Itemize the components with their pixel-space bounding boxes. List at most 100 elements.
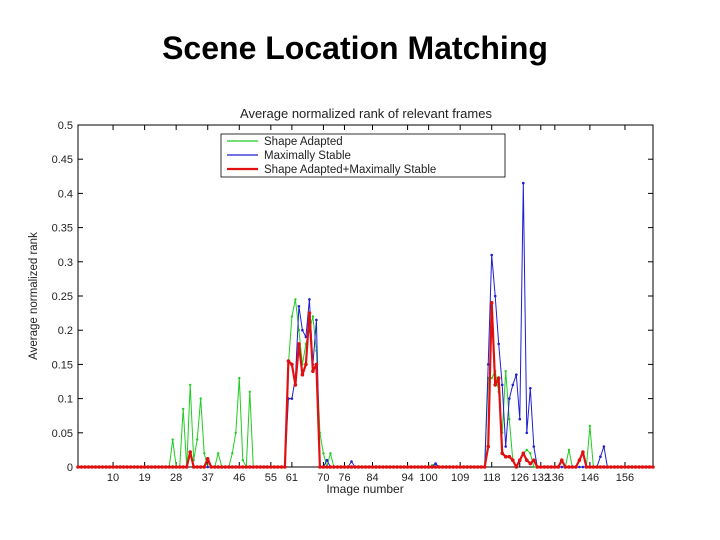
data-point [86,465,91,469]
data-point [504,370,507,373]
data-point [437,465,441,469]
data-point [153,465,157,469]
data-point [475,465,480,469]
data-point [290,315,294,318]
data-point [640,465,645,469]
data-point [525,448,528,452]
data-point [591,465,596,469]
data-point [546,465,550,469]
data-point [315,318,318,322]
data-point [182,407,185,411]
x-tick-label: 156 [616,472,634,484]
data-point [139,465,143,469]
x-tick-label: 19 [138,472,150,484]
data-point [241,459,244,462]
data-point [447,465,452,469]
data-point [360,465,364,469]
data-point [489,301,494,305]
data-point [111,465,115,469]
data-point [599,455,602,459]
data-point [325,465,329,469]
data-point [181,465,185,469]
data-point [202,465,206,469]
data-point [301,328,304,332]
data-point [293,383,298,387]
data-point [508,417,511,421]
data-point [170,465,175,469]
data-point [272,465,277,469]
data-point [237,465,242,469]
data-point [504,445,508,448]
data-point [500,383,504,387]
data-point [440,465,445,469]
data-point [461,465,466,469]
x-tick-label: 55 [265,472,277,484]
data-point [529,387,532,390]
x-tick-label: 61 [286,472,298,484]
data-point [254,465,259,469]
data-point [497,342,501,346]
data-point [279,465,284,469]
data-point [479,465,484,469]
x-tick-label: 46 [233,472,245,484]
data-point [189,383,192,387]
data-point [114,465,119,469]
data-point [602,445,606,448]
data-point [384,465,389,469]
data-point [535,465,540,469]
data-point [132,465,136,469]
data-point [651,465,655,469]
data-point [525,431,529,435]
data-point [297,305,301,308]
data-point [623,465,627,469]
data-point [160,465,164,469]
y-tick-label: 0.2 [58,325,73,337]
data-point [633,465,638,469]
x-tick-label: 126 [511,472,529,484]
data-point [353,465,357,469]
data-point [444,465,448,469]
data-point [231,452,234,455]
x-tick-label: 118 [483,472,501,484]
data-point [539,465,543,469]
data-point [493,294,497,298]
x-tick-label: 146 [581,472,599,484]
y-tick-label: 0.5 [58,120,73,132]
data-point [290,397,294,400]
data-point [529,452,532,455]
y-tick-label: 0.3 [58,257,73,269]
data-point [283,465,287,469]
data-point [262,465,266,469]
data-point [500,451,505,456]
data-point [276,465,280,469]
data-point [619,465,624,469]
data-point [171,438,174,441]
data-point [350,460,353,463]
data-point [206,465,209,469]
data-point [297,342,301,346]
data-point [416,465,420,469]
y-tick-label: 0.15 [52,359,73,371]
data-point [525,458,529,463]
data-point [346,465,350,469]
data-point [209,465,213,469]
data-point [493,383,498,387]
data-point [574,465,578,469]
data-point [616,465,620,469]
data-point [251,465,256,469]
data-point [142,465,147,469]
data-point [398,465,403,469]
x-tick-label: 28 [170,472,182,484]
data-point [363,465,368,469]
data-point [118,465,122,469]
data-point [528,461,533,466]
data-point [532,445,536,448]
x-axis-label: Image number [326,482,403,496]
data-point [223,465,228,469]
x-tick-label: 37 [202,472,214,484]
y-tick-label: 0 [67,462,73,474]
data-point [269,465,273,469]
data-point [216,465,220,469]
data-point [521,451,526,456]
data-point [311,315,315,318]
